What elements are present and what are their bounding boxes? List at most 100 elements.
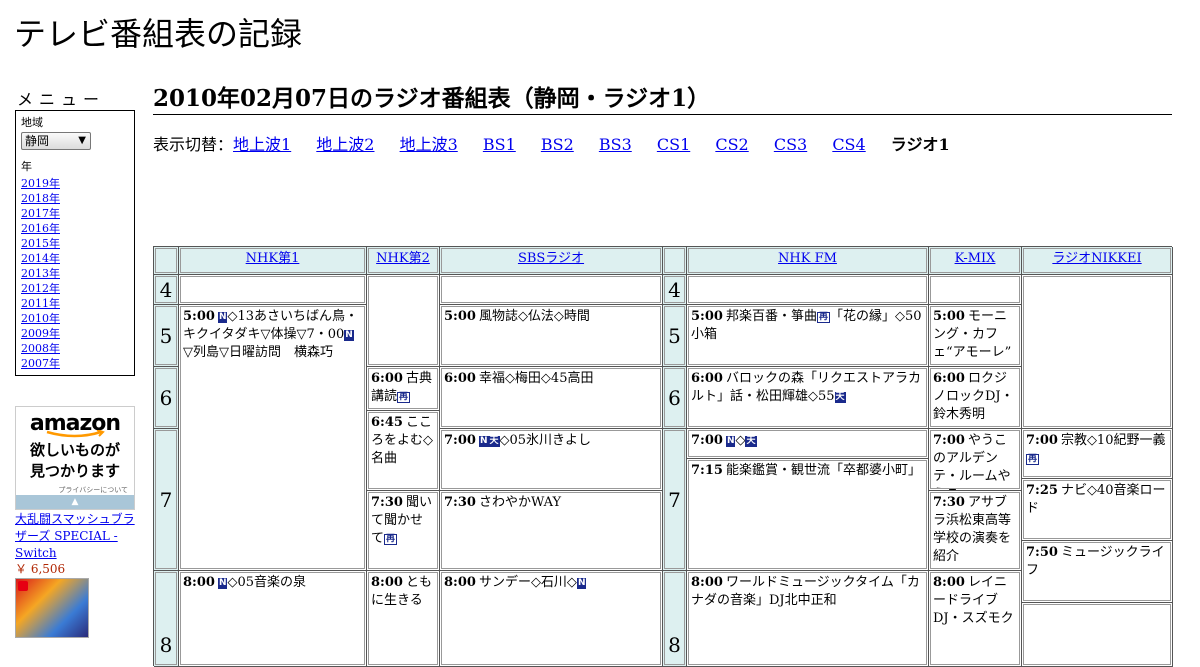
hour-label: 5 xyxy=(154,305,179,367)
hour-label: 8 xyxy=(154,571,179,667)
program-cell[interactable]: 7:50 ミュージックライフ xyxy=(1022,541,1173,603)
year-link[interactable]: 2009年 xyxy=(21,327,60,340)
program-cell[interactable]: 7:00 N◇天 xyxy=(687,429,929,459)
channel-header: K-MIX xyxy=(929,247,1022,275)
channel-link-nikkei[interactable]: ラジオNIKKEI xyxy=(1052,251,1141,266)
year-link[interactable]: 2017年 xyxy=(21,207,60,220)
menu-box: 地域 静岡 ▼ 年 2019年 2018年 2017年 2016年 2015年 … xyxy=(15,110,135,376)
amazon-logo: amazon xyxy=(29,411,121,436)
switch-link-cs1[interactable]: CS1 xyxy=(657,135,690,154)
weather-icon: 天 xyxy=(745,436,757,447)
program-cell[interactable]: 6:00 ロクジノロックDJ・鈴木秀明 xyxy=(929,367,1022,429)
program-cell[interactable]: 5:00 N◇13あさいちばん鳥・キクイタダキ▽体操▽7・00N▽列島▽日曜訪問 … xyxy=(179,305,367,571)
ad-privacy-link[interactable]: プライバシーについて xyxy=(58,485,128,495)
year-link[interactable]: 2016年 xyxy=(21,222,60,235)
year-link[interactable]: 2010年 xyxy=(21,312,60,325)
rerun-icon: 再 xyxy=(816,312,830,323)
site-title: テレビ番組表の記録 xyxy=(14,15,303,53)
year-link[interactable]: 2014年 xyxy=(21,252,60,265)
year-list: 2019年 2018年 2017年 2016年 2015年 2014年 2013… xyxy=(21,176,129,371)
news-icon: N xyxy=(576,578,587,589)
switch-current-radio1: ラジオ1 xyxy=(890,135,950,154)
amazon-ad-banner[interactable]: amazon 欲しいものが 見つかります プライバシーについて ▲ xyxy=(15,406,135,510)
switch-link-bs2[interactable]: BS2 xyxy=(541,135,574,154)
program-empty xyxy=(687,275,929,305)
rerun-icon: 再 xyxy=(384,534,398,545)
program-cell[interactable]: 8:00 ワールドミュージックタイム「カナダの音楽」DJ北中正和 xyxy=(687,571,929,667)
switch-link-chijo3[interactable]: 地上波3 xyxy=(400,135,458,154)
program-cell[interactable]: 6:00 幸福◇梅田◇45高田 xyxy=(440,367,663,429)
channel-link-sbs[interactable]: SBSラジオ xyxy=(518,251,584,266)
hour-label: 4 xyxy=(663,275,687,305)
year-link[interactable]: 2011年 xyxy=(21,297,60,310)
ad-product-image[interactable] xyxy=(15,578,89,638)
switch-link-cs3[interactable]: CS3 xyxy=(774,135,807,154)
program-cell[interactable]: 8:00 サンデー◇石川◇N xyxy=(440,571,663,667)
weather-icon: 天 xyxy=(488,436,500,447)
program-cell[interactable]: 8:00 レイニードライブDJ・スズモク xyxy=(929,571,1022,667)
channel-header: ラジオNIKKEI xyxy=(1022,247,1173,275)
switch-link-bs3[interactable]: BS3 xyxy=(599,135,632,154)
switch-link-cs4[interactable]: CS4 xyxy=(832,135,865,154)
program-cell[interactable]: 5:00 邦楽百番・箏曲再「花の縁」◇50小箱 xyxy=(687,305,929,367)
ad-product-title[interactable]: 大乱闘スマッシュブラザーズ SPECIAL - Switch xyxy=(15,511,139,562)
program-cell[interactable]: 5:00 モーニング・カフェ“アモーレ” xyxy=(929,305,1022,367)
region-label: 地域 xyxy=(21,116,43,129)
year-link[interactable]: 2019年 xyxy=(21,177,60,190)
switch-logo-icon xyxy=(18,581,28,591)
ad-collapse-bar[interactable]: ▲ xyxy=(16,495,134,509)
hour-label: 7 xyxy=(663,429,687,571)
program-cell[interactable]: 6:45 こころをよむ◇名曲 xyxy=(367,411,440,491)
hour-label: 6 xyxy=(663,367,687,429)
program-cell[interactable]: 7:30 聞いて聞かせて再 xyxy=(367,491,440,571)
program-cell[interactable]: 7:00やうこのアルデンテ・ルームやうこ xyxy=(929,429,1022,491)
year-link[interactable]: 2013年 xyxy=(21,267,60,280)
view-switcher-label: 表示切替： xyxy=(153,135,234,154)
chevron-up-icon: ▲ xyxy=(71,497,79,507)
page-title: 2010年02月07日のラジオ番組表（静岡・ラジオ1） xyxy=(153,84,1172,115)
channel-link-nhkfm[interactable]: NHK FM xyxy=(778,251,837,266)
switch-link-chijo1[interactable]: 地上波1 xyxy=(233,135,291,154)
switch-link-chijo2[interactable]: 地上波2 xyxy=(316,135,374,154)
channel-link-kmix[interactable]: K-MIX xyxy=(955,251,996,266)
channel-link-nhk1[interactable]: NHK第1 xyxy=(246,251,300,266)
program-empty xyxy=(1022,603,1173,667)
menu-heading: メニュー xyxy=(17,90,106,109)
year-link[interactable]: 2012年 xyxy=(21,282,60,295)
news-icon: N xyxy=(478,436,489,447)
year-link[interactable]: 2015年 xyxy=(21,237,60,250)
rerun-icon: 再 xyxy=(1026,454,1040,465)
radio-schedule-grid: NHK第1 NHK第2 SBSラジオ NHK FM K-MIX ラジオNIKKE… xyxy=(153,246,1173,667)
program-cell[interactable]: 8:00 ともに生きる xyxy=(367,571,440,667)
program-cell[interactable]: 7:00 宗教◇10紀野一義再 xyxy=(1022,429,1173,479)
switch-link-bs1[interactable]: BS1 xyxy=(483,135,516,154)
year-link[interactable]: 2007年 xyxy=(21,357,60,370)
view-switcher: 表示切替：地上波1 地上波2 地上波3 BS1 BS2 BS3 CS1 CS2 … xyxy=(153,134,970,156)
program-empty xyxy=(440,275,663,305)
corner-header-mid xyxy=(663,247,687,275)
year-label: 年 xyxy=(21,160,32,173)
ad-text-line2: 見つかります xyxy=(29,462,120,480)
program-cell[interactable]: 7:25 ナビ◇40音楽ロード xyxy=(1022,479,1173,541)
rerun-icon: 再 xyxy=(397,392,411,403)
program-cell[interactable]: 7:30 さわやかWAY xyxy=(440,491,663,571)
program-cell[interactable]: 5:00 風物誌◇仏法◇時間 xyxy=(440,305,663,367)
program-cell[interactable]: 8:00 N◇05音楽の泉 xyxy=(179,571,367,667)
channel-header: NHK FM xyxy=(687,247,929,275)
switch-link-cs2[interactable]: CS2 xyxy=(715,135,748,154)
program-cell[interactable]: 7:00 N 天◇05氷川きよし xyxy=(440,429,663,491)
program-cell[interactable]: 6:00 古典講読再 xyxy=(367,367,440,411)
program-cell[interactable]: 7:15 能楽鑑賞・観世流「卒都婆小町」 xyxy=(687,459,929,571)
hour-label: 4 xyxy=(154,275,179,305)
region-select[interactable]: 静岡 ▼ xyxy=(21,132,91,150)
hour-label: 7 xyxy=(154,429,179,571)
hour-label: 6 xyxy=(154,367,179,429)
weather-icon: 天 xyxy=(834,392,846,403)
year-link[interactable]: 2008年 xyxy=(21,342,60,355)
program-empty xyxy=(179,275,367,305)
program-cell[interactable]: 6:00 バロックの森「リクエストアラカルト」話・松田輝雄◇55天 xyxy=(687,367,929,429)
program-cell[interactable]: 7:30 アサブラ浜松東高等学校の演奏を紹介 xyxy=(929,491,1022,571)
channel-header: NHK第2 xyxy=(367,247,440,275)
channel-link-nhk2[interactable]: NHK第2 xyxy=(376,251,430,266)
year-link[interactable]: 2018年 xyxy=(21,192,60,205)
